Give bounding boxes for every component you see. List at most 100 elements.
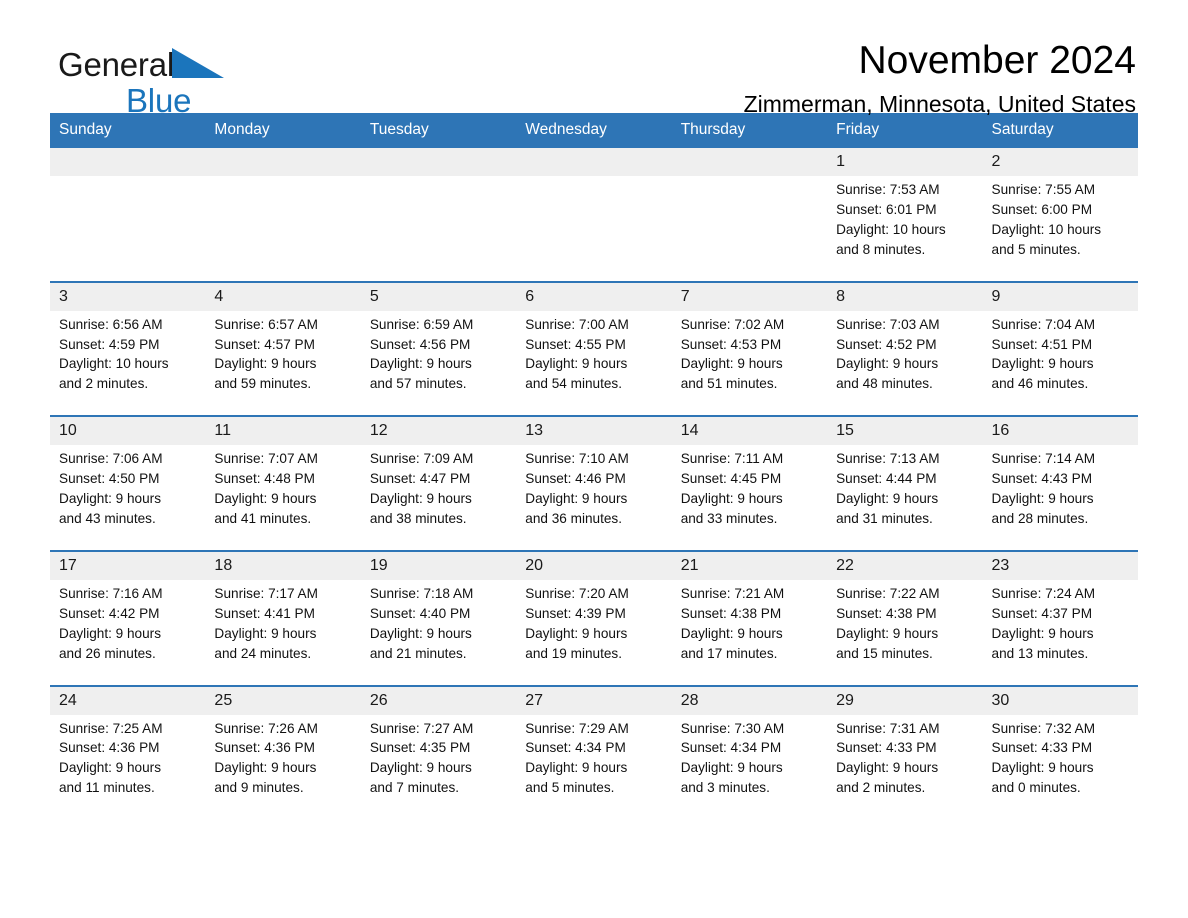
day-cell[interactable]: Sunrise: 7:03 AM Sunset: 4:52 PM Daylight:…: [827, 310, 983, 405]
day-cell[interactable]: Sunrise: 6:57 AM Sunset: 4:57 PM Daylight:…: [205, 310, 361, 405]
day-number[interactable]: 7: [671, 282, 828, 311]
sunrise-text: Sunrise: 7:29 AM: [525, 720, 629, 736]
day-number[interactable]: 24: [50, 686, 206, 715]
day-number[interactable]: 29: [827, 686, 983, 715]
sunset-text: Sunset: 4:38 PM: [680, 605, 782, 621]
day-cell[interactable]: Sunrise: 7:32 AM Sunset: 4:33 PM Daylight:…: [982, 714, 1138, 809]
day-cell[interactable]: Sunrise: 7:16 AM Sunset: 4:42 PM Daylight:…: [50, 579, 206, 674]
day-cell[interactable]: Sunrise: 7:14 AM Sunset: 4:43 PM Daylight:…: [982, 445, 1138, 539]
daylight-minutes-text: and 43 minutes.: [59, 510, 156, 526]
day-number[interactable]: 19: [360, 551, 517, 580]
sunset-text: Sunset: 4:51 PM: [991, 336, 1093, 352]
sunset-text: Sunset: 4:45 PM: [680, 471, 782, 487]
daylight-hours-text: Daylight: 9 hours: [680, 491, 783, 507]
day-cell-empty: [360, 176, 517, 270]
day-number[interactable]: 23: [982, 551, 1138, 580]
day-cell[interactable]: Sunrise: 6:56 AM Sunset: 4:59 PM Daylight:…: [50, 310, 206, 405]
sunset-text: Sunset: 4:36 PM: [214, 740, 315, 756]
day-number[interactable]: 2: [982, 148, 1138, 176]
day-number[interactable]: 3: [50, 282, 206, 311]
day-number[interactable]: 14: [671, 417, 828, 446]
week-detail-row: Sunrise: 7:53 AM Sunset: 6:01 PM Daylight:…: [50, 176, 1138, 270]
day-number[interactable]: 8: [827, 282, 983, 311]
day-number[interactable]: 18: [205, 551, 361, 580]
day-cell[interactable]: Sunrise: 7:18 AM Sunset: 4:40 PM Daylight:…: [360, 579, 517, 674]
daylight-minutes-text: and 8 minutes.: [836, 241, 926, 257]
sunrise-text: Sunrise: 6:59 AM: [369, 316, 474, 332]
day-cell[interactable]: Sunrise: 7:31 AM Sunset: 4:33 PM Daylight:…: [827, 714, 983, 809]
day-number[interactable]: 1: [827, 148, 983, 176]
day-cell[interactable]: Sunrise: 7:24 AM Sunset: 4:37 PM Daylight:…: [982, 579, 1138, 674]
sunrise-text: Sunrise: 7:00 AM: [525, 316, 629, 332]
day-number[interactable]: 16: [982, 417, 1138, 446]
day-number[interactable]: 22: [827, 551, 983, 580]
daylight-hours-text: Daylight: 9 hours: [836, 760, 939, 776]
day-number[interactable]: 25: [205, 686, 361, 715]
day-number[interactable]: 27: [516, 686, 672, 715]
daylight-minutes-text: and 24 minutes.: [214, 645, 312, 661]
day-number[interactable]: 17: [50, 551, 206, 580]
day-number[interactable]: 10: [50, 417, 206, 446]
week-detail-row: Sunrise: 7:25 AM Sunset: 4:36 PM Daylight:…: [50, 714, 1138, 809]
day-cell[interactable]: Sunrise: 6:59 AM Sunset: 4:56 PM Daylight:…: [360, 310, 517, 405]
day-number[interactable]: 30: [982, 686, 1138, 715]
week-daynumber-row: 3456789: [50, 282, 1138, 311]
daylight-hours-text: Daylight: 9 hours: [369, 356, 472, 372]
daylight-hours-text: Daylight: 9 hours: [525, 491, 628, 507]
day-number[interactable]: 12: [360, 417, 517, 446]
brand-logo-general: General: [58, 48, 225, 83]
day-cell[interactable]: Sunrise: 7:11 AM Sunset: 4:45 PM Daylight:…: [671, 445, 828, 539]
day-cell[interactable]: Sunrise: 7:21 AM Sunset: 4:38 PM Daylight:…: [671, 579, 828, 674]
day-cell[interactable]: Sunrise: 7:06 AM Sunset: 4:50 PM Daylight:…: [50, 445, 206, 539]
day-cell[interactable]: Sunrise: 7:22 AM Sunset: 4:38 PM Daylight:…: [827, 579, 983, 674]
week-gap: [50, 269, 1138, 281]
day-cell[interactable]: Sunrise: 7:13 AM Sunset: 4:44 PM Daylight:…: [827, 445, 983, 539]
day-cell[interactable]: Sunrise: 7:10 AM Sunset: 4:46 PM Daylight:…: [516, 445, 672, 539]
day-number[interactable]: 26: [360, 686, 517, 715]
day-cell[interactable]: Sunrise: 7:02 AM Sunset: 4:53 PM Daylight:…: [671, 310, 828, 405]
daylight-hours-text: Daylight: 9 hours: [836, 625, 939, 641]
day-cell[interactable]: Sunrise: 7:00 AM Sunset: 4:55 PM Daylight:…: [516, 310, 672, 405]
week-detail-row: Sunrise: 6:56 AM Sunset: 4:59 PM Daylight:…: [50, 310, 1138, 405]
sunset-text: Sunset: 6:01 PM: [836, 201, 937, 217]
daylight-minutes-text: and 33 minutes.: [680, 510, 778, 526]
sunset-text: Sunset: 4:47 PM: [369, 471, 471, 487]
day-cell[interactable]: Sunrise: 7:26 AM Sunset: 4:36 PM Daylight:…: [205, 714, 361, 809]
day-number[interactable]: 20: [516, 551, 672, 580]
day-cell[interactable]: Sunrise: 7:30 AM Sunset: 4:34 PM Daylight:…: [671, 714, 828, 809]
day-number[interactable]: 11: [205, 417, 361, 446]
sunrise-text: Sunrise: 7:16 AM: [59, 585, 163, 601]
week-detail-row: Sunrise: 7:06 AM Sunset: 4:50 PM Daylight:…: [50, 445, 1138, 539]
day-number[interactable]: 28: [671, 686, 828, 715]
day-cell[interactable]: Sunrise: 7:07 AM Sunset: 4:48 PM Daylight:…: [205, 445, 361, 539]
day-cell[interactable]: Sunrise: 7:04 AM Sunset: 4:51 PM Daylight:…: [982, 310, 1138, 405]
sunrise-text: Sunrise: 7:30 AM: [680, 720, 785, 736]
brand-logo[interactable]: General Blue: [58, 48, 225, 117]
day-cell[interactable]: Sunrise: 7:27 AM Sunset: 4:35 PM Daylight:…: [360, 714, 517, 809]
day-number[interactable]: 15: [827, 417, 983, 446]
day-number[interactable]: 6: [516, 282, 672, 311]
daylight-hours-text: Daylight: 9 hours: [991, 760, 1094, 776]
day-number[interactable]: 21: [671, 551, 828, 580]
day-cell[interactable]: Sunrise: 7:55 AM Sunset: 6:00 PM Daylight:…: [982, 176, 1138, 270]
day-cell[interactable]: Sunrise: 7:20 AM Sunset: 4:39 PM Daylight:…: [516, 579, 672, 674]
daylight-minutes-text: and 3 minutes.: [680, 780, 770, 796]
sunset-text: Sunset: 4:39 PM: [525, 605, 626, 621]
day-number[interactable]: 5: [360, 282, 517, 311]
day-number[interactable]: 4: [205, 282, 361, 311]
day-cell[interactable]: Sunrise: 7:29 AM Sunset: 4:34 PM Daylight:…: [516, 714, 672, 809]
day-number[interactable]: 9: [982, 282, 1138, 311]
weekday-header-tuesday: Tuesday: [360, 113, 517, 148]
week-gap: [50, 538, 1138, 550]
daylight-hours-text: Daylight: 9 hours: [991, 491, 1094, 507]
day-number[interactable]: 13: [516, 417, 672, 446]
day-cell[interactable]: Sunrise: 7:53 AM Sunset: 6:01 PM Daylight:…: [827, 176, 983, 270]
sunset-text: Sunset: 4:46 PM: [525, 471, 626, 487]
day-cell[interactable]: Sunrise: 7:17 AM Sunset: 4:41 PM Daylight:…: [205, 579, 361, 674]
day-cell[interactable]: Sunrise: 7:25 AM Sunset: 4:36 PM Daylight:…: [50, 714, 206, 809]
day-cell[interactable]: Sunrise: 7:09 AM Sunset: 4:47 PM Daylight:…: [360, 445, 517, 539]
sunrise-text: Sunrise: 6:56 AM: [59, 316, 163, 332]
sunrise-text: Sunrise: 7:27 AM: [369, 720, 474, 736]
weekday-header-saturday: Saturday: [982, 113, 1138, 148]
sunrise-text: Sunrise: 7:25 AM: [59, 720, 163, 736]
